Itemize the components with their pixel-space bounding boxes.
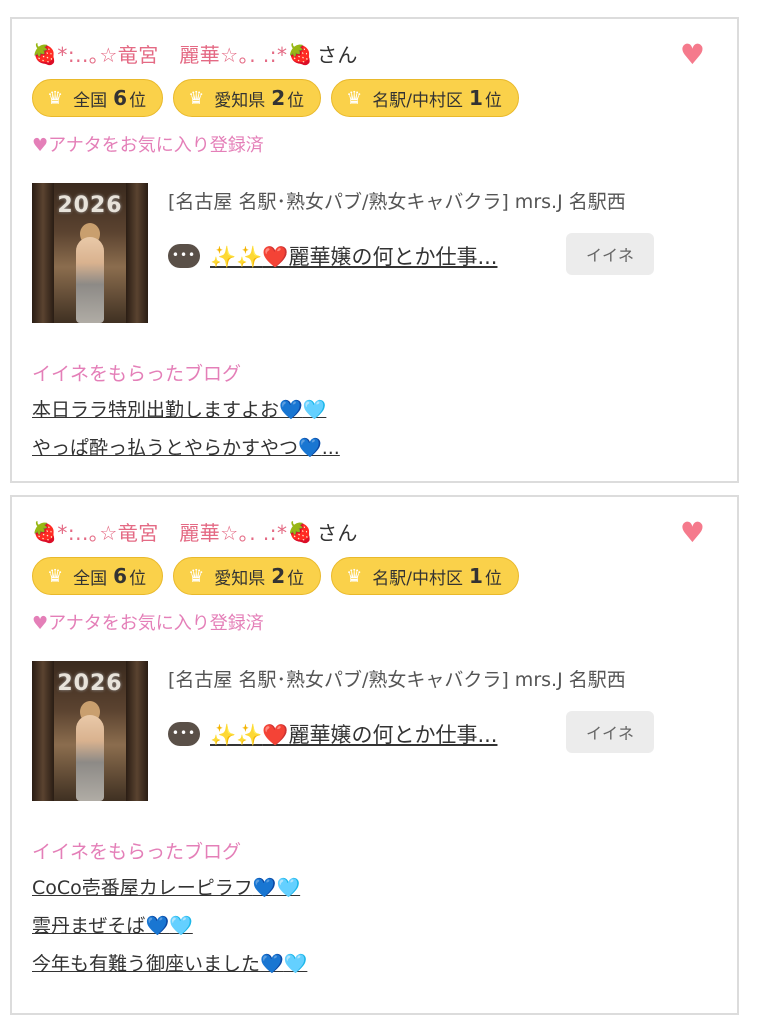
user-name-row[interactable]: 🍓 *:..｡☆竜宮 麗華☆｡. .:* 🍓 さん bbox=[32, 39, 358, 68]
liked-blogs-heading: イイネをもらったブログ bbox=[32, 841, 242, 863]
light-blue-heart-icon: 🩵 bbox=[169, 915, 193, 937]
red-heart-icon: ❤️ bbox=[262, 723, 289, 747]
rank-badge-prefecture[interactable]: ♛ 愛知県 2 位 bbox=[173, 79, 322, 117]
post-link[interactable]: ✨✨❤️麗華嬢の何とか仕事... bbox=[210, 719, 497, 749]
crown-icon: ♛ bbox=[188, 87, 205, 109]
blog-link[interactable]: 雲丹まぜそば💙🩵 bbox=[32, 911, 307, 949]
ranking-card: 🍓 *:..｡☆竜宮 麗華☆｡. .:* 🍓 さん ♥ ♛ 全国 6 位 ♛ 愛… bbox=[10, 17, 739, 483]
rank-badge-area[interactable]: ♛ 名駅/中村区 1 位 bbox=[331, 557, 519, 595]
user-name: *:..｡☆竜宮 麗華☆｡. .:* bbox=[57, 521, 288, 545]
rank-number: 2 bbox=[271, 86, 286, 110]
honorific: さん bbox=[316, 521, 358, 545]
rank-area: 愛知県 bbox=[214, 568, 266, 589]
user-name-row[interactable]: 🍓 *:..｡☆竜宮 麗華☆｡. .:* 🍓 さん bbox=[32, 517, 358, 546]
rank-number: 6 bbox=[113, 86, 128, 110]
comment-bubble-icon: ••• bbox=[168, 244, 200, 268]
crown-icon: ♛ bbox=[346, 565, 363, 587]
blue-heart-icon: 💙 bbox=[260, 953, 284, 975]
blue-heart-icon: 💙 bbox=[252, 877, 277, 899]
favorite-note: ♥アナタをお気に入り登録済 bbox=[32, 613, 264, 634]
rank-badge-national[interactable]: ♛ 全国 6 位 bbox=[32, 557, 164, 595]
rank-number: 6 bbox=[113, 564, 128, 588]
strawberry-icon: 🍓 bbox=[287, 41, 313, 66]
blog-title: CoCo壱番屋カレーピラフ bbox=[32, 877, 253, 899]
rank-unit: 位 bbox=[484, 568, 502, 589]
rank-unit: 位 bbox=[484, 90, 502, 111]
thumbnail-year: 2026 bbox=[57, 193, 123, 218]
favorite-note: ♥アナタをお気に入り登録済 bbox=[32, 135, 264, 156]
rank-unit: 位 bbox=[287, 90, 305, 111]
sparkles-icon: ✨✨ bbox=[210, 245, 263, 269]
rank-area: 全国 bbox=[73, 90, 108, 111]
blue-heart-icon: 💙 bbox=[279, 399, 303, 421]
rank-unit: 位 bbox=[129, 90, 147, 111]
rank-badge-area[interactable]: ♛ 名駅/中村区 1 位 bbox=[331, 79, 519, 117]
rank-unit: 位 bbox=[287, 568, 305, 589]
post-title: 麗華嬢の何とか仕事... bbox=[288, 245, 498, 269]
blog-ellipsis: ... bbox=[321, 437, 340, 459]
liked-blogs-list: 本日ララ特別出勤しますよお💙🩵 やっぱ酔っ払うとやらかすやつ💙... bbox=[32, 395, 340, 471]
crown-icon: ♛ bbox=[47, 87, 64, 109]
iine-button[interactable]: イイネ bbox=[566, 711, 654, 753]
post-title: 麗華嬢の何とか仕事... bbox=[288, 723, 498, 747]
thumbnail-curtain bbox=[32, 661, 54, 801]
light-blue-heart-icon: 🩵 bbox=[276, 877, 301, 899]
rank-unit: 位 bbox=[129, 568, 147, 589]
liked-blogs-heading: イイネをもらったブログ bbox=[32, 363, 242, 385]
blog-link[interactable]: やっぱ酔っ払うとやらかすやつ💙... bbox=[32, 433, 340, 471]
shop-info: [名古屋 名駅･熟女パブ/熟女キャバクラ] mrs.J 名駅西 bbox=[168, 191, 626, 213]
ranking-card: 🍓 *:..｡☆竜宮 麗華☆｡. .:* 🍓 さん ♥ ♛ 全国 6 位 ♛ 愛… bbox=[10, 495, 739, 1015]
blog-link[interactable]: 今年も有難う御座いました💙🩵 bbox=[32, 949, 307, 987]
profile-thumbnail[interactable]: 2026 bbox=[32, 661, 148, 801]
blog-title: 今年も有難う御座いました bbox=[32, 953, 261, 975]
thumbnail-figure bbox=[76, 237, 104, 323]
blog-title: 本日ララ特別出勤しますよお bbox=[32, 399, 280, 421]
crown-icon: ♛ bbox=[346, 87, 363, 109]
honorific: さん bbox=[316, 43, 358, 67]
blue-heart-icon: 💙 bbox=[145, 915, 170, 937]
rank-area: 名駅/中村区 bbox=[372, 90, 463, 111]
blue-heart-icon: 💙 bbox=[298, 437, 322, 459]
user-name: *:..｡☆竜宮 麗華☆｡. .:* bbox=[57, 43, 288, 67]
blog-title: やっぱ酔っ払うとやらかすやつ bbox=[32, 437, 299, 459]
thumbnail-curtain bbox=[126, 183, 148, 323]
profile-thumbnail[interactable]: 2026 bbox=[32, 183, 148, 323]
rank-number: 1 bbox=[469, 564, 483, 588]
rank-number: 1 bbox=[469, 86, 483, 110]
latest-post-row: ••• ✨✨❤️麗華嬢の何とか仕事... bbox=[168, 241, 497, 271]
thumbnail-curtain bbox=[32, 183, 54, 323]
light-blue-heart-icon: 🩵 bbox=[302, 399, 327, 421]
thumbnail-figure bbox=[76, 715, 104, 801]
rank-badges: ♛ 全国 6 位 ♛ 愛知県 2 位 ♛ 名駅/中村区 1 位 bbox=[32, 557, 519, 595]
rank-number: 2 bbox=[271, 564, 286, 588]
rank-badge-prefecture[interactable]: ♛ 愛知県 2 位 bbox=[173, 557, 322, 595]
shop-info: [名古屋 名駅･熟女パブ/熟女キャバクラ] mrs.J 名駅西 bbox=[168, 669, 626, 691]
thumbnail-year: 2026 bbox=[57, 671, 123, 696]
sparkles-icon: ✨✨ bbox=[210, 723, 263, 747]
post-link[interactable]: ✨✨❤️麗華嬢の何とか仕事... bbox=[210, 241, 497, 271]
iine-button[interactable]: イイネ bbox=[566, 233, 654, 275]
rank-area: 名駅/中村区 bbox=[372, 568, 463, 589]
rank-badges: ♛ 全国 6 位 ♛ 愛知県 2 位 ♛ 名駅/中村区 1 位 bbox=[32, 79, 519, 117]
strawberry-icon: 🍓 bbox=[32, 41, 58, 66]
favorite-heart-icon[interactable]: ♥ bbox=[680, 519, 705, 547]
liked-blogs-list: CoCo壱番屋カレーピラフ💙🩵 雲丹まぜそば💙🩵 今年も有難う御座いました💙🩵 bbox=[32, 873, 307, 987]
red-heart-icon: ❤️ bbox=[262, 245, 289, 269]
thumbnail-curtain bbox=[126, 661, 148, 801]
strawberry-icon: 🍓 bbox=[32, 519, 58, 544]
comment-bubble-icon: ••• bbox=[168, 722, 200, 746]
rank-area: 全国 bbox=[73, 568, 108, 589]
blog-link[interactable]: 本日ララ特別出勤しますよお💙🩵 bbox=[32, 395, 340, 433]
crown-icon: ♛ bbox=[47, 565, 64, 587]
rank-area: 愛知県 bbox=[214, 90, 266, 111]
blog-link[interactable]: CoCo壱番屋カレーピラフ💙🩵 bbox=[32, 873, 307, 911]
latest-post-row: ••• ✨✨❤️麗華嬢の何とか仕事... bbox=[168, 719, 497, 749]
crown-icon: ♛ bbox=[188, 565, 205, 587]
light-blue-heart-icon: 🩵 bbox=[283, 953, 308, 975]
blog-title: 雲丹まぜそば bbox=[32, 915, 146, 937]
strawberry-icon: 🍓 bbox=[287, 519, 313, 544]
rank-badge-national[interactable]: ♛ 全国 6 位 bbox=[32, 79, 164, 117]
favorite-heart-icon[interactable]: ♥ bbox=[680, 41, 705, 69]
